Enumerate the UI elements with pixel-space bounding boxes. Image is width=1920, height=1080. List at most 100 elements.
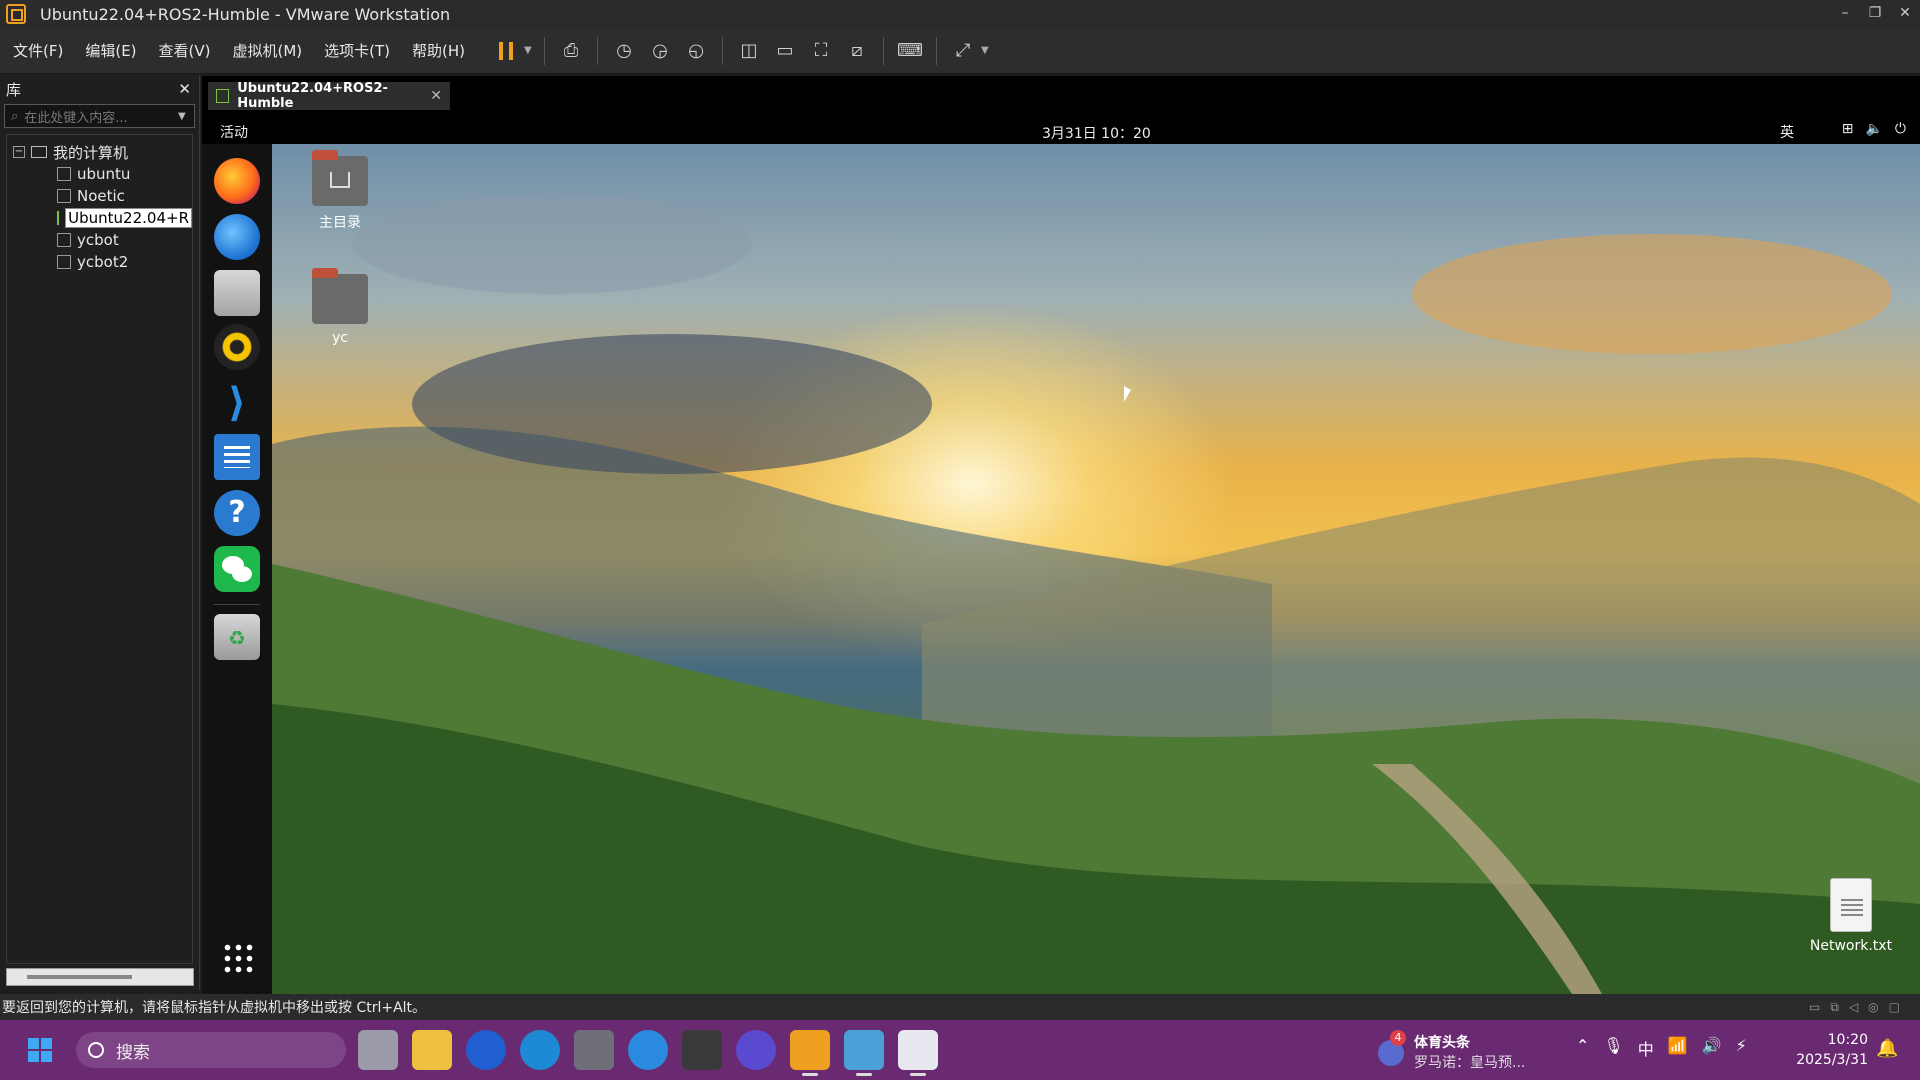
taskbar-search[interactable]: 搜索: [76, 1032, 346, 1068]
tab-close-button[interactable]: ✕: [430, 88, 442, 104]
stretch-dropdown-icon[interactable]: ▼: [981, 45, 993, 56]
battery-icon[interactable]: ⚡: [1736, 1036, 1747, 1060]
wifi-icon[interactable]: 📶: [1668, 1036, 1688, 1060]
status-bar: 要返回到您的计算机，请将鼠标指针从虚拟机中移出或按 Ctrl+Alt。 ▭ ⧉ …: [0, 994, 1920, 1020]
search-dropdown-icon[interactable]: ▼: [178, 111, 194, 122]
vmware-taskbar-icon[interactable]: [790, 1030, 830, 1076]
library-panel: 库 ✕ ⌕ 在此处键入内容... ▼ − 我的计算机 ubuntu Noetic: [0, 76, 200, 990]
pause-button[interactable]: [491, 36, 521, 66]
ai-browser-icon[interactable]: [628, 1030, 668, 1070]
menu-view[interactable]: 查看(V): [150, 40, 220, 61]
menu-vm[interactable]: 虚拟机(M): [224, 40, 312, 61]
minimize-button[interactable]: –: [1830, 0, 1860, 28]
show-library-button[interactable]: ◫: [734, 36, 764, 66]
system-menu[interactable]: ⊞ 🔈 ⏻: [1842, 121, 1906, 137]
sound-card-icon[interactable]: ◁: [1849, 1000, 1858, 1015]
show-hidden-icons-icon[interactable]: ⌃: [1576, 1036, 1589, 1060]
library-title: 库: [6, 80, 22, 99]
help-icon[interactable]: ?: [214, 490, 260, 536]
libreoffice-writer-icon[interactable]: [214, 434, 260, 480]
vm-icon: [57, 255, 71, 269]
volume-icon: 🔈: [1865, 121, 1883, 137]
library-horizontal-scrollbar[interactable]: [6, 968, 194, 986]
activities-button[interactable]: 活动: [220, 122, 248, 142]
news-widget[interactable]: 4 体育头条 罗马诺：皇马预...: [1378, 1028, 1548, 1072]
file-explorer-icon[interactable]: [412, 1030, 452, 1070]
tree-item-vm[interactable]: ubuntu: [7, 163, 192, 185]
console-view-button[interactable]: ⌨: [895, 36, 925, 66]
show-thumbnail-button[interactable]: ▭: [770, 36, 800, 66]
tree-item-vm[interactable]: ycbot: [7, 229, 192, 251]
rhythmbox-icon[interactable]: [214, 324, 260, 370]
snipping-tool-icon[interactable]: [682, 1030, 722, 1070]
microphone-icon[interactable]: 🎙: [1603, 1036, 1623, 1060]
show-apps-icon[interactable]: [222, 942, 254, 974]
search-icon: ⌕: [11, 108, 19, 124]
restore-button[interactable]: ❐: [1860, 0, 1890, 28]
taskbar-date: 2025/3/31: [1796, 1052, 1868, 1068]
remote-desktop-icon[interactable]: [844, 1030, 884, 1076]
snapshot-manager-button[interactable]: ◵: [681, 36, 711, 66]
full-screen-button[interactable]: ⛶: [806, 36, 836, 66]
revert-snapshot-button[interactable]: ◶: [645, 36, 675, 66]
menu-help[interactable]: 帮助(H): [403, 40, 474, 61]
network-adapter-icon[interactable]: ⧉: [1830, 1000, 1839, 1015]
menu-tabs[interactable]: 选项卡(T): [315, 40, 399, 61]
gnome-clock[interactable]: 3月31日 10：20: [1042, 123, 1151, 143]
files-icon[interactable]: [214, 270, 260, 316]
tree-item-vm[interactable]: ycbot2: [7, 251, 192, 273]
input-method-indicator[interactable]: 英: [1780, 122, 1794, 142]
chat-app-icon[interactable]: [736, 1030, 776, 1070]
firefox-icon[interactable]: [214, 158, 260, 204]
library-close-button[interactable]: ✕: [178, 80, 191, 98]
vscode-icon[interactable]: ⟩: [214, 380, 260, 426]
paint-app-icon[interactable]: [898, 1030, 938, 1076]
snapshot-button[interactable]: ◷: [609, 36, 639, 66]
ubuntu-dock: ⟩ ?: [202, 144, 272, 994]
task-view-icon[interactable]: [358, 1030, 398, 1070]
text-file-icon: [1830, 878, 1872, 932]
edge-icon[interactable]: [520, 1030, 560, 1070]
desktop-icon-home[interactable]: 主目录: [310, 150, 370, 232]
ubuntu-desktop[interactable]: [272, 144, 1920, 994]
speaker-icon[interactable]: 🔊: [1702, 1036, 1722, 1060]
window-controls: – ❐ ✕: [1830, 0, 1920, 28]
desktop-icon-label: Network.txt: [1809, 938, 1893, 954]
start-button[interactable]: [28, 1038, 52, 1062]
unity-button[interactable]: ⧄: [842, 36, 872, 66]
trash-icon[interactable]: [214, 614, 260, 660]
library-search-input[interactable]: ⌕ 在此处键入内容... ▼: [4, 104, 195, 128]
menu-edit[interactable]: 编辑(E): [76, 40, 145, 61]
tree-item-vm-selected[interactable]: Ubuntu22.04+R: [7, 207, 192, 229]
message-log-icon[interactable]: ▢: [1889, 1000, 1900, 1015]
news-subtitle: 罗马诺：皇马预...: [1414, 1055, 1526, 1071]
lark-icon[interactable]: [466, 1030, 506, 1070]
collapse-icon[interactable]: −: [13, 146, 25, 158]
vm-console-area[interactable]: Ubuntu22.04+ROS2-Humble ✕ 活动 3月31日 10：20…: [202, 76, 1920, 994]
vm-label: ycbot: [77, 231, 119, 249]
wechat-icon[interactable]: [214, 546, 260, 592]
hdd-icon[interactable]: ▭: [1809, 1000, 1820, 1015]
desktop-icon-yc[interactable]: yc: [310, 268, 370, 346]
usb-icon[interactable]: ◎: [1868, 1000, 1878, 1015]
desktop-icon-label: yc: [332, 330, 348, 346]
desktop-icon-network-txt[interactable]: Network.txt: [1806, 878, 1896, 954]
close-button[interactable]: ✕: [1890, 0, 1920, 28]
tab-vm[interactable]: Ubuntu22.04+ROS2-Humble ✕: [208, 81, 450, 111]
ime-indicator[interactable]: 中: [1638, 1036, 1654, 1060]
stretch-guest-button[interactable]: ⤢: [948, 36, 978, 66]
menu-file[interactable]: 文件(F): [4, 40, 72, 61]
pause-dropdown-icon[interactable]: ▼: [524, 45, 536, 56]
tree-item-vm[interactable]: Noetic: [7, 185, 192, 207]
taskbar-clock[interactable]: 10:20 2025/3/31: [1792, 1030, 1868, 1070]
calculator-icon[interactable]: [574, 1030, 614, 1070]
vm-icon: [57, 167, 71, 181]
vm-tree: − 我的计算机 ubuntu Noetic Ubuntu22.04+R ycbo…: [6, 134, 193, 964]
screen: Ubuntu22.04+ROS2-Humble - VMware Worksta…: [0, 0, 1920, 1080]
notification-icon[interactable]: 🔔: [1876, 1038, 1898, 1059]
status-message: 要返回到您的计算机，请将鼠标指针从虚拟机中移出或按 Ctrl+Alt。: [2, 1000, 427, 1016]
search-icon: [88, 1042, 104, 1058]
send-ctrl-alt-del-button[interactable]: ⎙: [556, 36, 586, 66]
tree-root[interactable]: − 我的计算机: [7, 141, 192, 163]
thunderbird-icon[interactable]: [214, 214, 260, 260]
